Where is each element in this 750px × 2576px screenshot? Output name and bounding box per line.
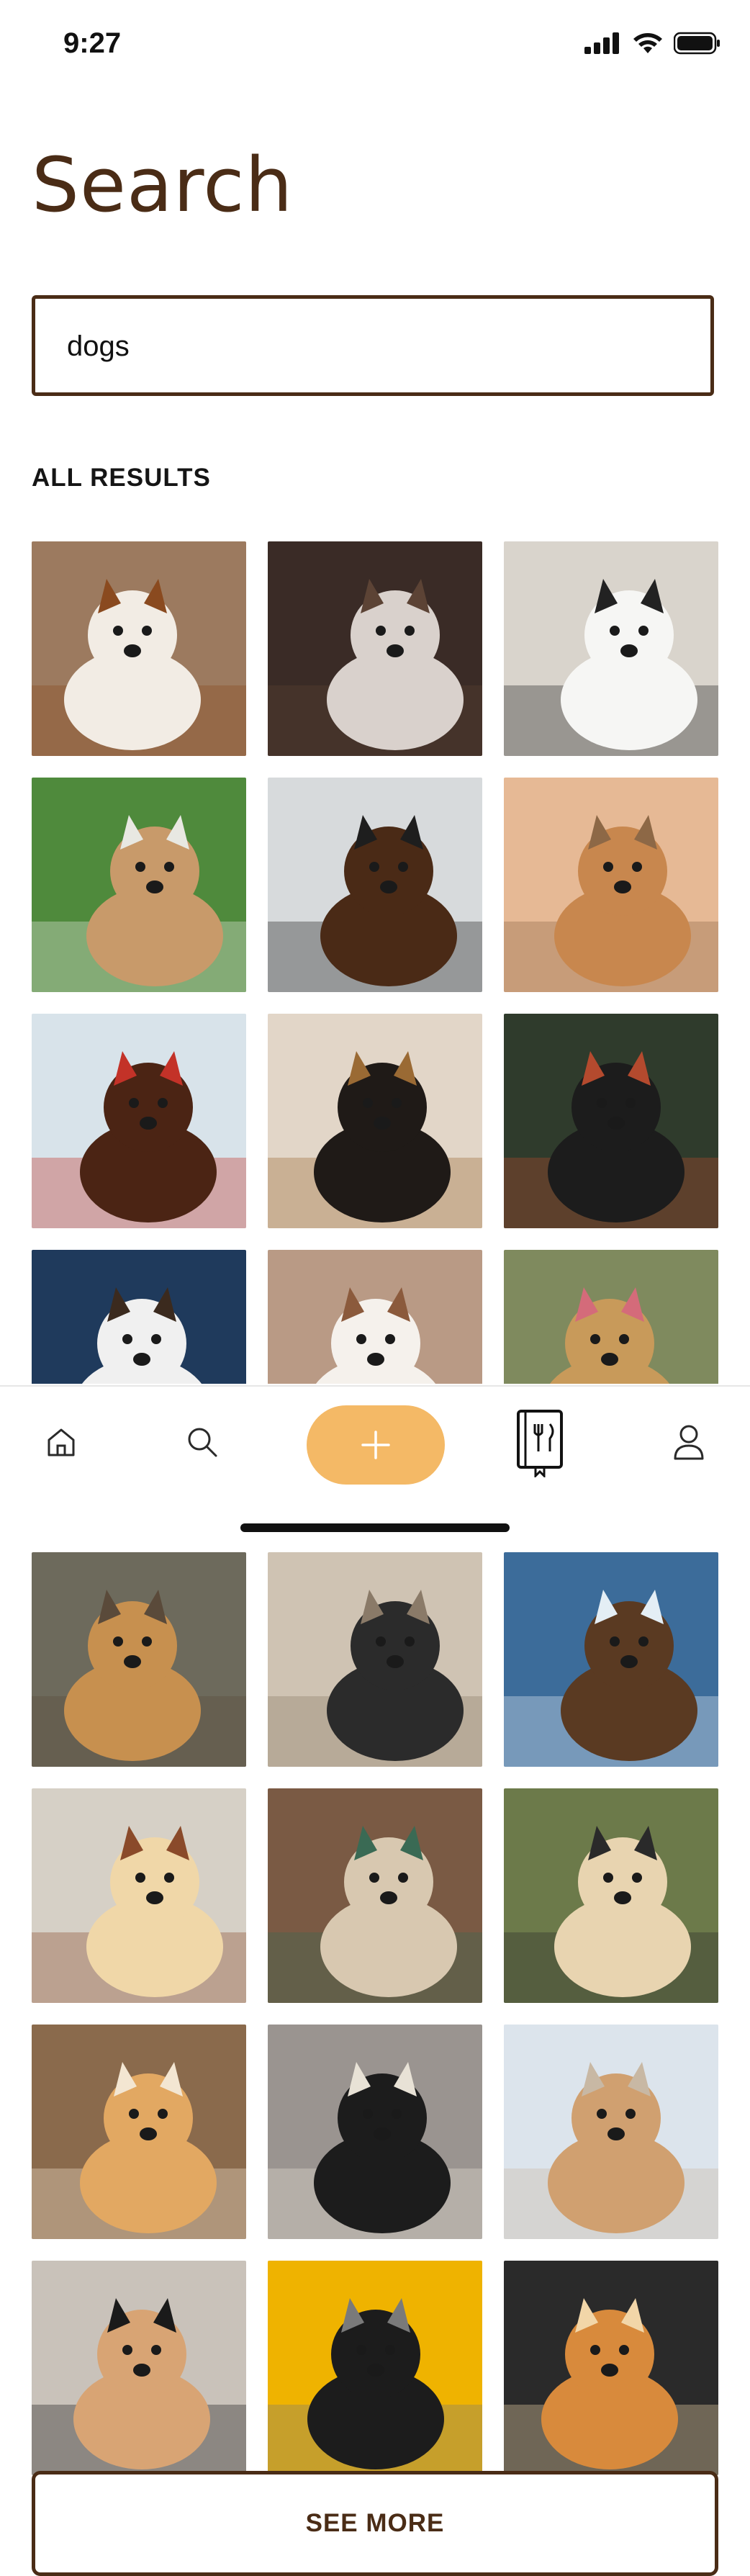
dog-photo-spaniel-on-beach[interactable]	[504, 2025, 718, 2239]
plus-icon	[361, 1431, 390, 1459]
status-icons	[584, 32, 721, 58]
wifi-icon	[632, 32, 664, 58]
signal-icon	[584, 32, 622, 58]
dog-photo-dog-swimming[interactable]	[504, 1552, 718, 1767]
bottom-nav-bar	[0, 1385, 750, 1528]
page-title: Search	[32, 141, 294, 229]
dog-photo-chocolate-labrador[interactable]	[32, 1014, 246, 1228]
home-indicator	[240, 1523, 510, 1532]
dog-photo-pug-yellow-background[interactable]	[268, 2261, 482, 2475]
dog-photo-dogs-on-grass[interactable]	[32, 778, 246, 992]
dog-photo-three-pugs[interactable]	[504, 1788, 718, 2003]
dog-photo-yellow-labrador[interactable]	[32, 1788, 246, 2003]
dog-photo-two-white-puppies[interactable]	[268, 1250, 482, 1384]
search-input[interactable]	[65, 299, 687, 394]
dog-photo-dalmatian-lying[interactable]	[504, 541, 718, 756]
status-bar: 9:27	[0, 0, 750, 86]
recipe-book-icon[interactable]	[515, 1408, 566, 1477]
dog-photo-husky-on-couch[interactable]	[268, 541, 482, 756]
add-button[interactable]	[307, 1405, 445, 1485]
dog-photo-fluffy-sunglasses[interactable]	[32, 2261, 246, 2475]
dog-photo-pug-in-swing[interactable]	[268, 1552, 482, 1767]
dog-photo-three-puppies[interactable]	[32, 1552, 246, 1767]
search-box[interactable]	[32, 295, 714, 396]
dog-photo-two-dogs-on-rug[interactable]	[268, 2025, 482, 2239]
search-icon[interactable]	[184, 1424, 220, 1460]
dog-photo-german-shepherd-beach[interactable]	[268, 1014, 482, 1228]
dog-photo-white-brown-face[interactable]	[32, 541, 246, 756]
dog-photo-dogs-blue-door[interactable]	[32, 1250, 246, 1384]
dog-photo-pack-on-street[interactable]	[268, 1788, 482, 2003]
home-icon[interactable]	[43, 1424, 79, 1460]
dog-photo-spaniels-sunglasses[interactable]	[268, 778, 482, 992]
results-grid-top	[32, 541, 718, 1384]
dog-photo-golden-tongue[interactable]	[504, 1250, 718, 1384]
battery-icon	[673, 32, 721, 58]
results-section-label: ALL RESULTS	[32, 464, 211, 492]
dog-photo-resting-spaniel[interactable]	[504, 2261, 718, 2475]
see-more-button[interactable]: SEE MORE	[32, 2471, 718, 2576]
dog-photo-golden-retriever[interactable]	[32, 2025, 246, 2239]
profile-icon[interactable]	[671, 1423, 707, 1462]
dog-photo-two-dogs-bandanas[interactable]	[504, 1014, 718, 1228]
dog-photo-corgi-terrier-running[interactable]	[504, 778, 718, 992]
status-time: 9:27	[63, 27, 122, 59]
